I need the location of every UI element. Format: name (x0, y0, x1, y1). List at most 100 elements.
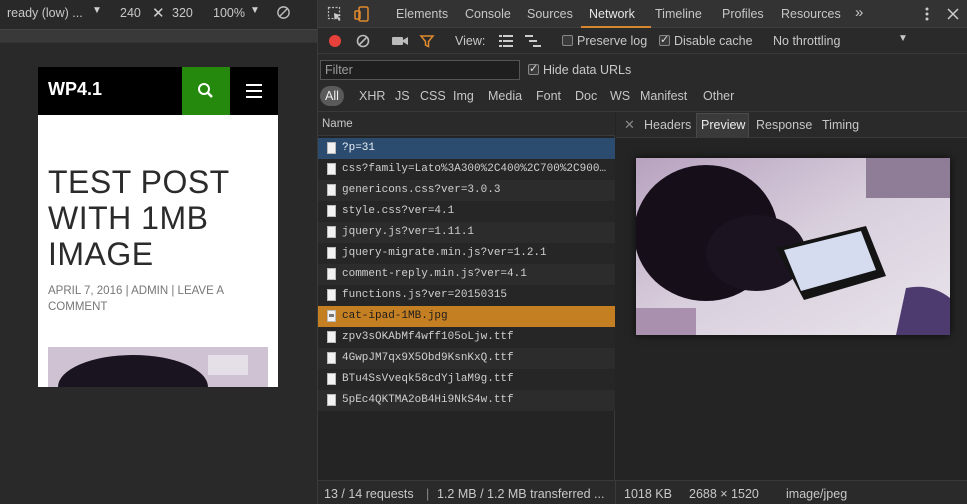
more-options-icon[interactable] (918, 5, 936, 23)
request-row[interactable]: ?p=31 (318, 138, 615, 159)
post-title[interactable]: TEST POST WITH 1MB IMAGE (48, 164, 273, 272)
pane-divider (615, 481, 616, 504)
hide-data-urls-checkbox[interactable]: Hide data URLs (528, 62, 631, 77)
checkbox-checked-icon[interactable] (659, 33, 670, 46)
device-select[interactable]: ready (low) ... (7, 6, 83, 20)
request-row[interactable]: comment-reply.min.js?ver=4.1 (318, 264, 615, 285)
request-row[interactable]: zpv3sOKAbMf4wff105oLjw.ttf (318, 327, 615, 348)
document-icon (327, 352, 336, 364)
request-row[interactable]: css?family=Lato%3A300%2C400%2C700%2C900.… (318, 159, 615, 180)
filter-manifest[interactable]: Manifest (636, 86, 691, 106)
disable-cache-checkbox[interactable]: Disable cache (659, 33, 753, 48)
tab-profiles[interactable]: Profiles (722, 7, 764, 21)
close-icon[interactable]: ✕ (624, 117, 635, 133)
chevron-down-icon[interactable]: ▼ (250, 5, 260, 16)
close-icon[interactable] (944, 5, 962, 23)
filter-all[interactable]: All (320, 86, 344, 106)
document-icon (327, 247, 336, 259)
resource-type-filters: All XHR JS CSS Img Media Font Doc WS Man… (318, 86, 967, 106)
request-row[interactable]: jquery-migrate.min.js?ver=1.2.1 (318, 243, 615, 264)
inspect-element-icon[interactable] (326, 5, 344, 23)
network-toolbar: View: Preserve log Disable cache No thro… (318, 28, 967, 54)
status-divider: | (426, 487, 430, 501)
post-meta[interactable]: APRIL 7, 2016 | ADMIN | LEAVE A COMMENT (48, 283, 273, 315)
cat-image (48, 347, 268, 387)
filter-img[interactable]: Img (449, 86, 478, 106)
checkbox-checked-icon[interactable] (528, 62, 539, 75)
request-row[interactable]: cat-ipad-1MB.jpg (318, 306, 615, 327)
tab-resources[interactable]: Resources (781, 7, 841, 21)
filter-bar: Hide data URLs All XHR JS CSS Img Media … (318, 54, 967, 112)
request-row[interactable]: jquery.js?ver=1.11.1 (318, 222, 615, 243)
filter-js[interactable]: JS (391, 86, 414, 106)
request-row[interactable]: functions.js?ver=20150315 (318, 285, 615, 306)
filter-input[interactable] (320, 60, 520, 80)
filter-icon[interactable] (419, 33, 435, 49)
times-icon: ✕ (152, 5, 165, 22)
viewport-height[interactable]: 320 (172, 6, 193, 20)
document-icon (327, 331, 336, 343)
record-icon[interactable] (327, 33, 343, 49)
tab-timing[interactable]: Timing (822, 118, 859, 132)
video-camera-icon[interactable] (391, 34, 409, 48)
device-ruler (0, 29, 317, 43)
document-icon (327, 268, 336, 280)
request-rows: ?p=31 css?family=Lato%3A300%2C400%2C700%… (318, 138, 615, 411)
chevron-down-icon[interactable]: ▼ (898, 33, 908, 44)
chevron-down-icon[interactable]: ▼ (92, 5, 102, 16)
image-file-icon (327, 310, 336, 322)
tab-sources[interactable]: Sources (527, 7, 573, 21)
emulated-viewport[interactable]: WP4.1 TEST POST WITH 1MB IMAGE APRIL 7, … (38, 67, 278, 387)
filter-xhr[interactable]: XHR (355, 86, 389, 106)
device-mode-icon[interactable] (353, 5, 371, 23)
image-dimensions: 2688 × 1520 (689, 487, 759, 501)
column-header-name[interactable]: Name (318, 112, 615, 136)
filter-css[interactable]: CSS (416, 86, 450, 106)
request-row[interactable]: BTu4SsVveqk58cdYjlaM9g.ttf (318, 369, 615, 390)
filter-ws[interactable]: WS (606, 86, 634, 106)
rotate-icon[interactable] (276, 5, 291, 20)
clear-icon[interactable] (355, 33, 371, 49)
tab-timeline[interactable]: Timeline (655, 7, 702, 21)
search-button[interactable] (182, 67, 230, 115)
tab-headers[interactable]: Headers (644, 118, 691, 132)
cat-ipad-image (636, 158, 950, 335)
request-row[interactable]: 4GwpJM7qx9X5Obd9KsnKxQ.ttf (318, 348, 615, 369)
hamburger-icon (246, 84, 262, 86)
document-icon (327, 289, 336, 301)
large-rows-icon[interactable] (499, 35, 513, 47)
viewport-width[interactable]: 240 (120, 6, 141, 20)
image-preview (636, 158, 950, 335)
filter-media[interactable]: Media (484, 86, 526, 106)
search-icon (198, 83, 213, 98)
menu-button[interactable] (230, 67, 278, 115)
details-tabbar: ✕ Headers Preview Response Timing (616, 112, 967, 138)
status-bar: 13 / 14 requests | 1.2 MB / 1.2 MB trans… (318, 480, 967, 504)
document-icon (327, 226, 336, 238)
request-row[interactable]: style.css?ver=4.1 (318, 201, 615, 222)
overview-icon[interactable] (525, 35, 541, 47)
devtools-panel: Elements Console Sources Network Timelin… (317, 0, 967, 504)
request-row[interactable]: genericons.css?ver=3.0.3 (318, 180, 615, 201)
site-title[interactable]: WP4.1 (48, 79, 102, 100)
site-header: WP4.1 (38, 67, 278, 115)
tab-elements[interactable]: Elements (396, 7, 448, 21)
tab-console[interactable]: Console (465, 7, 511, 21)
zoom-select[interactable]: 100% (213, 6, 245, 20)
request-row[interactable]: 5pEc4QKTMA2oB4Hi9NkS4w.ttf (318, 390, 615, 411)
throttling-select[interactable]: No throttling (773, 34, 840, 48)
preserve-log-checkbox[interactable]: Preserve log (562, 34, 647, 48)
tab-preview[interactable]: Preview (701, 118, 745, 132)
filter-doc[interactable]: Doc (571, 86, 601, 106)
document-icon (327, 394, 336, 406)
document-icon (327, 142, 336, 154)
document-icon (327, 184, 336, 196)
transferred-size: 1.2 MB / 1.2 MB transferred ... (437, 487, 605, 501)
filter-other[interactable]: Other (699, 86, 738, 106)
filter-font[interactable]: Font (532, 86, 565, 106)
checkbox-icon[interactable] (562, 35, 573, 46)
more-tabs-icon[interactable]: » (855, 4, 863, 21)
document-icon (327, 163, 336, 175)
tab-response[interactable]: Response (756, 118, 812, 132)
tab-network[interactable]: Network (589, 7, 635, 21)
